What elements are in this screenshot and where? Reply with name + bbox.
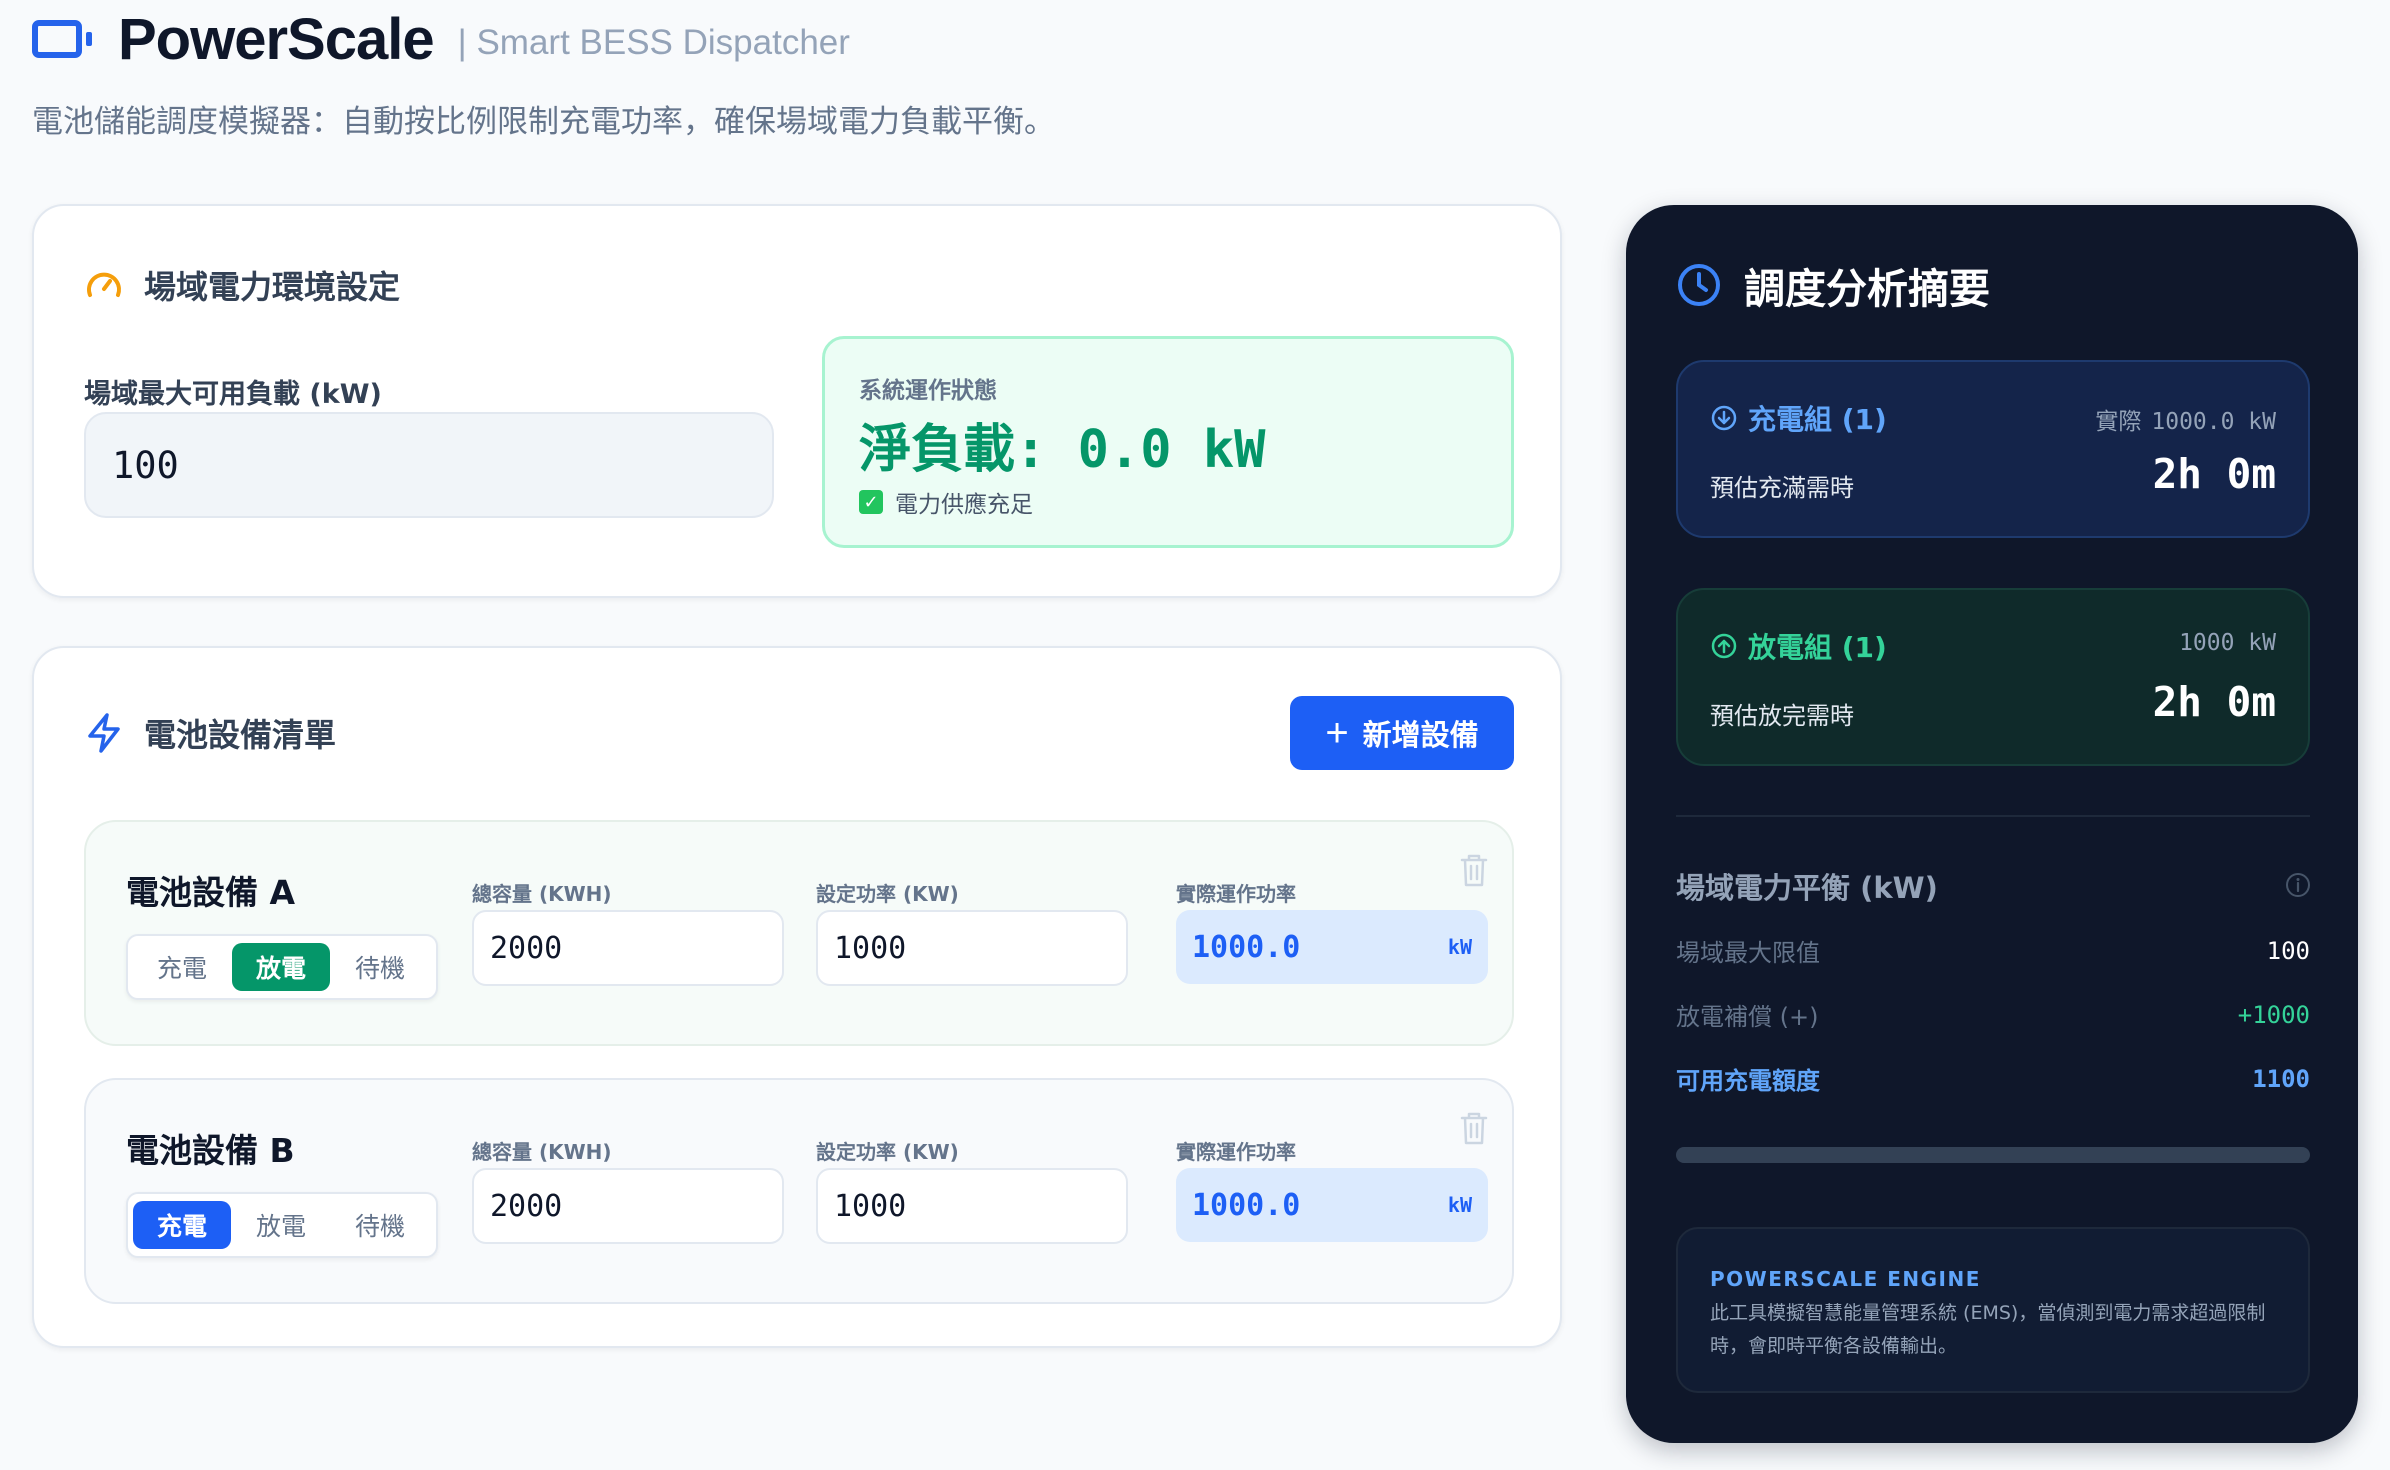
actual-power-display: 1000.0 kW — [1176, 910, 1488, 984]
status-note: ✓ 電力供應充足 — [859, 485, 1033, 519]
set-power-label: 設定功率 (KW) — [816, 882, 959, 906]
app-header: PowerScale | Smart BESS Dispatcher — [32, 6, 850, 72]
actual-power-value: 1000.0 — [1192, 1187, 1301, 1223]
discharge-group-title: 放電組 (1) — [1710, 626, 1887, 666]
app-subtitle: | Smart BESS Dispatcher — [457, 23, 850, 62]
set-power-input[interactable]: 1000 — [816, 910, 1128, 986]
device-name: 電池設備 B — [126, 1131, 295, 1170]
summary-title: 調度分析摘要 — [1676, 255, 1990, 315]
battery-list-card: 電池設備清單 + 新增設備 電池設備 A 充電 放電 待機 總容量 (KWH) … — [32, 646, 1562, 1348]
mode-option-charge[interactable]: 充電 — [133, 943, 231, 991]
engine-title: POWERSCALE ENGINE — [1710, 1267, 1981, 1291]
trash-icon[interactable] — [1458, 852, 1490, 892]
plus-icon: + — [1325, 711, 1349, 755]
battery-logo-icon — [32, 20, 92, 58]
gauge-icon — [84, 265, 124, 305]
capacity-input[interactable]: 2000 — [472, 1168, 784, 1244]
actual-power-display: 1000.0 kW — [1176, 1168, 1488, 1242]
status-label: 系統運作狀態 — [859, 378, 997, 404]
device-card-a: 電池設備 A 充電 放電 待機 總容量 (KWH) 2000 設定功率 (KW)… — [84, 820, 1514, 1046]
add-device-button[interactable]: + 新增設備 — [1290, 696, 1514, 770]
discharge-group-card: 放電組 (1) 1000 kW 預估放完需時 2h 0m — [1676, 588, 2310, 766]
balance-progress-bar — [1676, 1147, 2310, 1163]
set-power-label: 設定功率 (KW) — [816, 1140, 959, 1164]
site-settings-card: 場域電力環境設定 場域最大可用負載 (kW) 100 系統運作狀態 淨負載: 0… — [32, 204, 1562, 598]
actual-power-label: 實際運作功率 — [1176, 1140, 1296, 1164]
max-load-input[interactable]: 100 — [84, 412, 774, 518]
engine-description: 此工具模擬智慧能量管理系統 (EMS)，當偵測到電力需求超過限制時，會即時平衡各… — [1710, 1302, 2266, 1357]
mode-option-standby[interactable]: 待機 — [331, 943, 429, 991]
site-settings-title: 場域電力環境設定 — [84, 262, 400, 308]
set-power-input[interactable]: 1000 — [816, 1168, 1128, 1244]
trash-icon[interactable] — [1458, 1110, 1490, 1150]
app-description: 電池儲能調度模擬器：自動按比例限制充電功率，確保場域電力負載平衡。 — [32, 104, 1055, 140]
discharge-eta-value: 2h 0m — [2152, 678, 2276, 726]
mode-selector: 充電 放電 待機 — [126, 1192, 438, 1258]
balance-row-available-charge: 可用充電額度 1100 — [1676, 1064, 2310, 1096]
mode-selector: 充電 放電 待機 — [126, 934, 438, 1000]
mode-option-discharge[interactable]: 放電 — [232, 943, 330, 991]
mode-option-discharge[interactable]: 放電 — [232, 1201, 330, 1249]
battery-list-title: 電池設備清單 — [84, 710, 336, 756]
arrow-up-circle-icon — [1710, 632, 1738, 660]
mode-option-standby[interactable]: 待機 — [331, 1201, 429, 1249]
discharge-group-power: 1000 kW — [2179, 630, 2276, 656]
app-title: PowerScale — [118, 6, 435, 72]
dispatch-summary-panel: 調度分析摘要 充電組 (1) 實際 1000.0 kW 預估充滿需時 2h 0m … — [1626, 205, 2358, 1443]
max-load-label: 場域最大可用負載 (kW) — [84, 379, 382, 410]
actual-power-value: 1000.0 — [1192, 929, 1301, 965]
balance-title: 場域電力平衡 (kW) — [1676, 871, 1938, 905]
system-status-box: 系統運作狀態 淨負載: 0.0 kW ✓ 電力供應充足 — [822, 336, 1514, 548]
charge-group-actual: 實際 1000.0 kW — [2095, 409, 2276, 435]
mode-option-charge[interactable]: 充電 — [133, 1201, 231, 1249]
actual-power-unit: kW — [1447, 935, 1472, 959]
charge-eta-label: 預估充滿需時 — [1710, 474, 1854, 502]
net-load-value: 淨負載: 0.0 kW — [859, 420, 1266, 480]
capacity-label: 總容量 (KWH) — [472, 1140, 612, 1164]
balance-row-discharge-comp: 放電補償 (+) +1000 — [1676, 1000, 2310, 1032]
balance-row-max-limit: 場域最大限值 100 — [1676, 936, 2310, 968]
device-name: 電池設備 A — [126, 873, 296, 912]
lightning-icon — [84, 712, 124, 754]
balance-progress-fill — [1676, 1147, 2310, 1163]
capacity-label: 總容量 (KWH) — [472, 882, 612, 906]
info-icon[interactable] — [2284, 871, 2312, 903]
charge-group-title: 充電組 (1) — [1710, 398, 1887, 438]
discharge-eta-label: 預估放完需時 — [1710, 702, 1854, 730]
arrow-down-circle-icon — [1710, 404, 1738, 432]
charge-group-card: 充電組 (1) 實際 1000.0 kW 預估充滿需時 2h 0m — [1676, 360, 2310, 538]
charge-eta-value: 2h 0m — [2152, 450, 2276, 498]
device-card-b: 電池設備 B 充電 放電 待機 總容量 (KWH) 2000 設定功率 (KW)… — [84, 1078, 1514, 1304]
actual-power-label: 實際運作功率 — [1176, 882, 1296, 906]
divider — [1676, 815, 2310, 817]
engine-info-box: POWERSCALE ENGINE 此工具模擬智慧能量管理系統 (EMS)，當偵… — [1676, 1227, 2310, 1393]
clock-icon — [1676, 262, 1722, 308]
check-icon: ✓ — [859, 490, 883, 514]
actual-power-unit: kW — [1447, 1193, 1472, 1217]
capacity-input[interactable]: 2000 — [472, 910, 784, 986]
